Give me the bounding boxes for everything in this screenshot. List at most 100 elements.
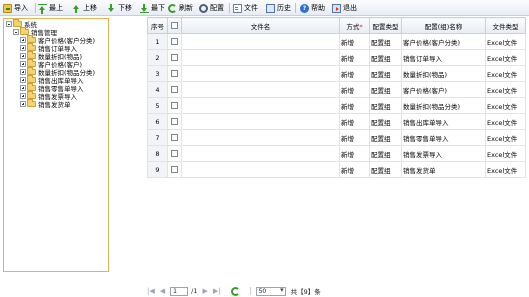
page-number-input[interactable]: 1 <box>170 286 189 296</box>
row-checkbox[interactable] <box>167 145 182 162</box>
last-page-icon[interactable]: ▶| <box>213 287 221 295</box>
table-row[interactable]: 5 新增 配置组 数量折扣(物品分类) Excel文件 <box>147 97 526 114</box>
filename-cell[interactable] <box>181 33 340 50</box>
mode-cell[interactable]: 新增 <box>339 129 370 146</box>
mode-cell[interactable]: 新增 <box>339 33 370 50</box>
config-name-cell[interactable]: 数量折扣(物品分类) <box>401 97 486 114</box>
filename-cell[interactable] <box>181 145 340 162</box>
filename-cell[interactable] <box>181 81 340 98</box>
config-type-cell[interactable]: 配置组 <box>369 129 402 146</box>
column-header-config-name[interactable]: 配置(组)名称 <box>401 17 486 34</box>
exit-button[interactable]: 退出 <box>332 2 357 14</box>
expand-toggle[interactable] <box>20 45 26 51</box>
config-type-cell[interactable]: 配置组 <box>369 65 402 82</box>
column-header-index[interactable]: 序号 <box>147 17 168 34</box>
expand-toggle[interactable] <box>20 101 26 107</box>
file-type-cell[interactable]: Excel文件 <box>485 129 526 146</box>
expand-toggle[interactable] <box>20 77 26 83</box>
file-type-cell[interactable]: Excel文件 <box>485 97 526 114</box>
config-type-cell[interactable]: 配置组 <box>369 113 402 130</box>
prev-page-icon[interactable]: ◀ <box>160 287 165 295</box>
table-row[interactable]: 9 新增 配置组 销售发货单 Excel文件 <box>147 161 526 178</box>
collapse-toggle[interactable] <box>13 29 19 35</box>
column-header-config-type[interactable]: 配置类型 <box>369 17 402 34</box>
file-button[interactable]: 文件 <box>233 2 258 14</box>
history-button[interactable]: 历史 <box>266 2 291 14</box>
config-type-cell[interactable]: 配置组 <box>369 161 402 178</box>
mode-cell[interactable]: 新增 <box>339 161 370 178</box>
config-name-cell[interactable]: 销售订单导入 <box>401 49 486 66</box>
import-button[interactable]: 导入 <box>3 2 28 14</box>
refresh-icon[interactable] <box>230 286 240 296</box>
mode-cell[interactable]: 新增 <box>339 81 370 98</box>
expand-toggle[interactable] <box>20 93 26 99</box>
expand-toggle[interactable] <box>20 61 26 67</box>
table-row[interactable]: 4 新增 配置组 客户价格(客户) Excel文件 <box>147 81 526 98</box>
config-name-cell[interactable]: 客户价格(客户分类) <box>401 33 486 50</box>
row-checkbox[interactable] <box>167 113 182 130</box>
file-type-cell[interactable]: Excel文件 <box>485 81 526 98</box>
expand-toggle[interactable] <box>20 53 26 59</box>
file-type-cell[interactable]: Excel文件 <box>485 113 526 130</box>
config-name-cell[interactable]: 销售出库单导入 <box>401 113 486 130</box>
file-type-cell[interactable]: Excel文件 <box>485 145 526 162</box>
file-type-cell[interactable]: Excel文件 <box>485 49 526 66</box>
table-row[interactable]: 3 新增 配置组 数量折扣(物品) Excel文件 <box>147 65 526 82</box>
expand-toggle[interactable] <box>20 85 26 91</box>
config-name-cell[interactable]: 销售发票导入 <box>401 145 486 162</box>
filename-cell[interactable] <box>181 113 340 130</box>
config-name-cell[interactable]: 数量折扣(物品) <box>401 65 486 82</box>
row-checkbox[interactable] <box>167 129 182 146</box>
column-header-mode[interactable]: 方式* <box>339 17 370 34</box>
refresh-button[interactable]: 刷新 <box>168 2 193 14</box>
first-page-icon[interactable]: |◀ <box>147 287 155 295</box>
config-type-cell[interactable]: 配置组 <box>369 145 402 162</box>
config-name-cell[interactable]: 客户价格(客户) <box>401 81 486 98</box>
mode-cell[interactable]: 新增 <box>339 97 370 114</box>
mode-cell[interactable]: 新增 <box>339 113 370 130</box>
row-checkbox[interactable] <box>167 97 182 114</box>
expand-toggle[interactable] <box>20 69 26 75</box>
row-checkbox[interactable] <box>167 161 182 178</box>
config-type-cell[interactable]: 配置组 <box>369 33 402 50</box>
file-type-cell[interactable]: Excel文件 <box>485 65 526 82</box>
filename-cell[interactable] <box>181 161 340 178</box>
config-type-cell[interactable]: 配置组 <box>369 49 402 66</box>
filename-cell[interactable] <box>181 129 340 146</box>
table-row[interactable]: 8 新增 配置组 销售发票导入 Excel文件 <box>147 145 526 162</box>
column-header-filename[interactable]: 文件名 <box>181 17 340 34</box>
move-top-button[interactable]: 最上 <box>38 2 63 14</box>
move-bottom-button[interactable]: 最下 <box>140 2 165 14</box>
tree-node-item[interactable]: 销售发货单 <box>20 99 71 109</box>
file-type-cell[interactable]: Excel文件 <box>485 161 526 178</box>
mode-cell[interactable]: 新增 <box>339 65 370 82</box>
help-button[interactable]: ? 帮助 <box>300 2 325 14</box>
config-type-cell[interactable]: 配置组 <box>369 81 402 98</box>
table-row[interactable]: 2 新增 配置组 销售订单导入 Excel文件 <box>147 49 526 66</box>
row-checkbox[interactable] <box>167 33 182 50</box>
select-all-checkbox[interactable] <box>167 17 182 34</box>
mode-cell[interactable]: 新增 <box>339 49 370 66</box>
config-name-cell[interactable]: 销售零售单导入 <box>401 129 486 146</box>
next-page-icon[interactable]: ▶ <box>202 287 207 295</box>
page-size-select[interactable]: 50 <box>255 286 286 296</box>
mode-cell[interactable]: 新增 <box>339 145 370 162</box>
row-checkbox[interactable] <box>167 49 182 66</box>
column-header-file-type[interactable]: 文件类型 <box>485 17 526 34</box>
table-row[interactable]: 7 新增 配置组 销售零售单导入 Excel文件 <box>147 129 526 146</box>
row-checkbox[interactable] <box>167 65 182 82</box>
config-type-cell[interactable]: 配置组 <box>369 97 402 114</box>
collapse-toggle[interactable] <box>6 21 12 27</box>
filename-cell[interactable] <box>181 97 340 114</box>
table-row[interactable]: 6 新增 配置组 销售出库单导入 Excel文件 <box>147 113 526 130</box>
config-name-cell[interactable]: 销售发货单 <box>401 161 486 178</box>
table-row[interactable]: 1 新增 配置组 客户价格(客户分类) Excel文件 <box>147 33 526 50</box>
config-button[interactable]: 配置 <box>199 2 224 14</box>
expand-toggle[interactable] <box>20 37 26 43</box>
file-type-cell[interactable]: Excel文件 <box>485 33 526 50</box>
row-checkbox[interactable] <box>167 81 182 98</box>
filename-cell[interactable] <box>181 49 340 66</box>
move-up-button[interactable]: 上移 <box>72 2 97 14</box>
filename-cell[interactable] <box>181 65 340 82</box>
move-down-button[interactable]: 下移 <box>107 2 132 14</box>
